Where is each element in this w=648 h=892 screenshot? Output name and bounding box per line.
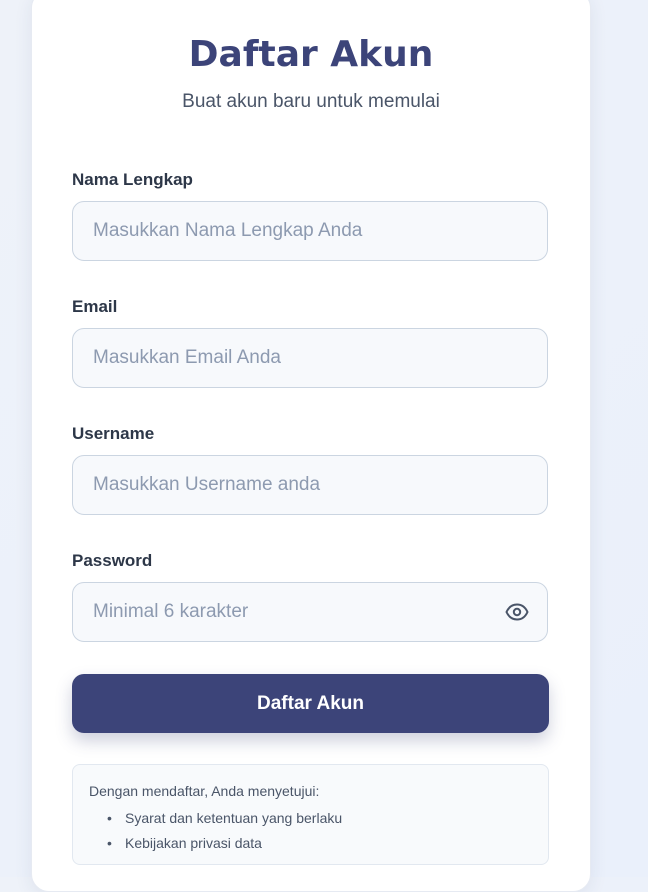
- terms-list: • Syarat dan ketentuan yang berlaku • Ke…: [89, 806, 532, 856]
- terms-list-item: • Kebijakan privasi data: [107, 831, 532, 856]
- username-label: Username: [72, 424, 155, 443]
- terms-item-text: Kebijakan privasi data: [125, 835, 262, 851]
- password-input[interactable]: [72, 582, 548, 642]
- page-title: Daftar Akun: [188, 34, 434, 75]
- terms-list-item: • Syarat dan ketentuan yang berlaku: [107, 806, 532, 831]
- full-name-input[interactable]: [72, 201, 548, 261]
- username-input[interactable]: [72, 455, 548, 515]
- email-input[interactable]: [72, 328, 548, 388]
- page-subtitle: Buat akun baru untuk memulai: [182, 91, 440, 112]
- terms-item-text: Syarat dan ketentuan yang berlaku: [125, 810, 343, 826]
- full-name-label: Nama Lengkap: [72, 170, 193, 189]
- password-label: Password: [72, 551, 153, 570]
- register-button[interactable]: Daftar Akun: [72, 674, 549, 733]
- eye-icon[interactable]: [502, 597, 532, 627]
- bullet-icon: •: [107, 835, 112, 851]
- bullet-icon: •: [107, 810, 112, 826]
- terms-intro: Dengan mendaftar, Anda menyetujui:: [89, 783, 320, 799]
- email-label: Email: [72, 297, 118, 316]
- terms-box: Dengan mendaftar, Anda menyetujui: • Sya…: [72, 764, 549, 865]
- register-card: Daftar Akun Buat akun baru untuk memulai…: [31, 0, 591, 892]
